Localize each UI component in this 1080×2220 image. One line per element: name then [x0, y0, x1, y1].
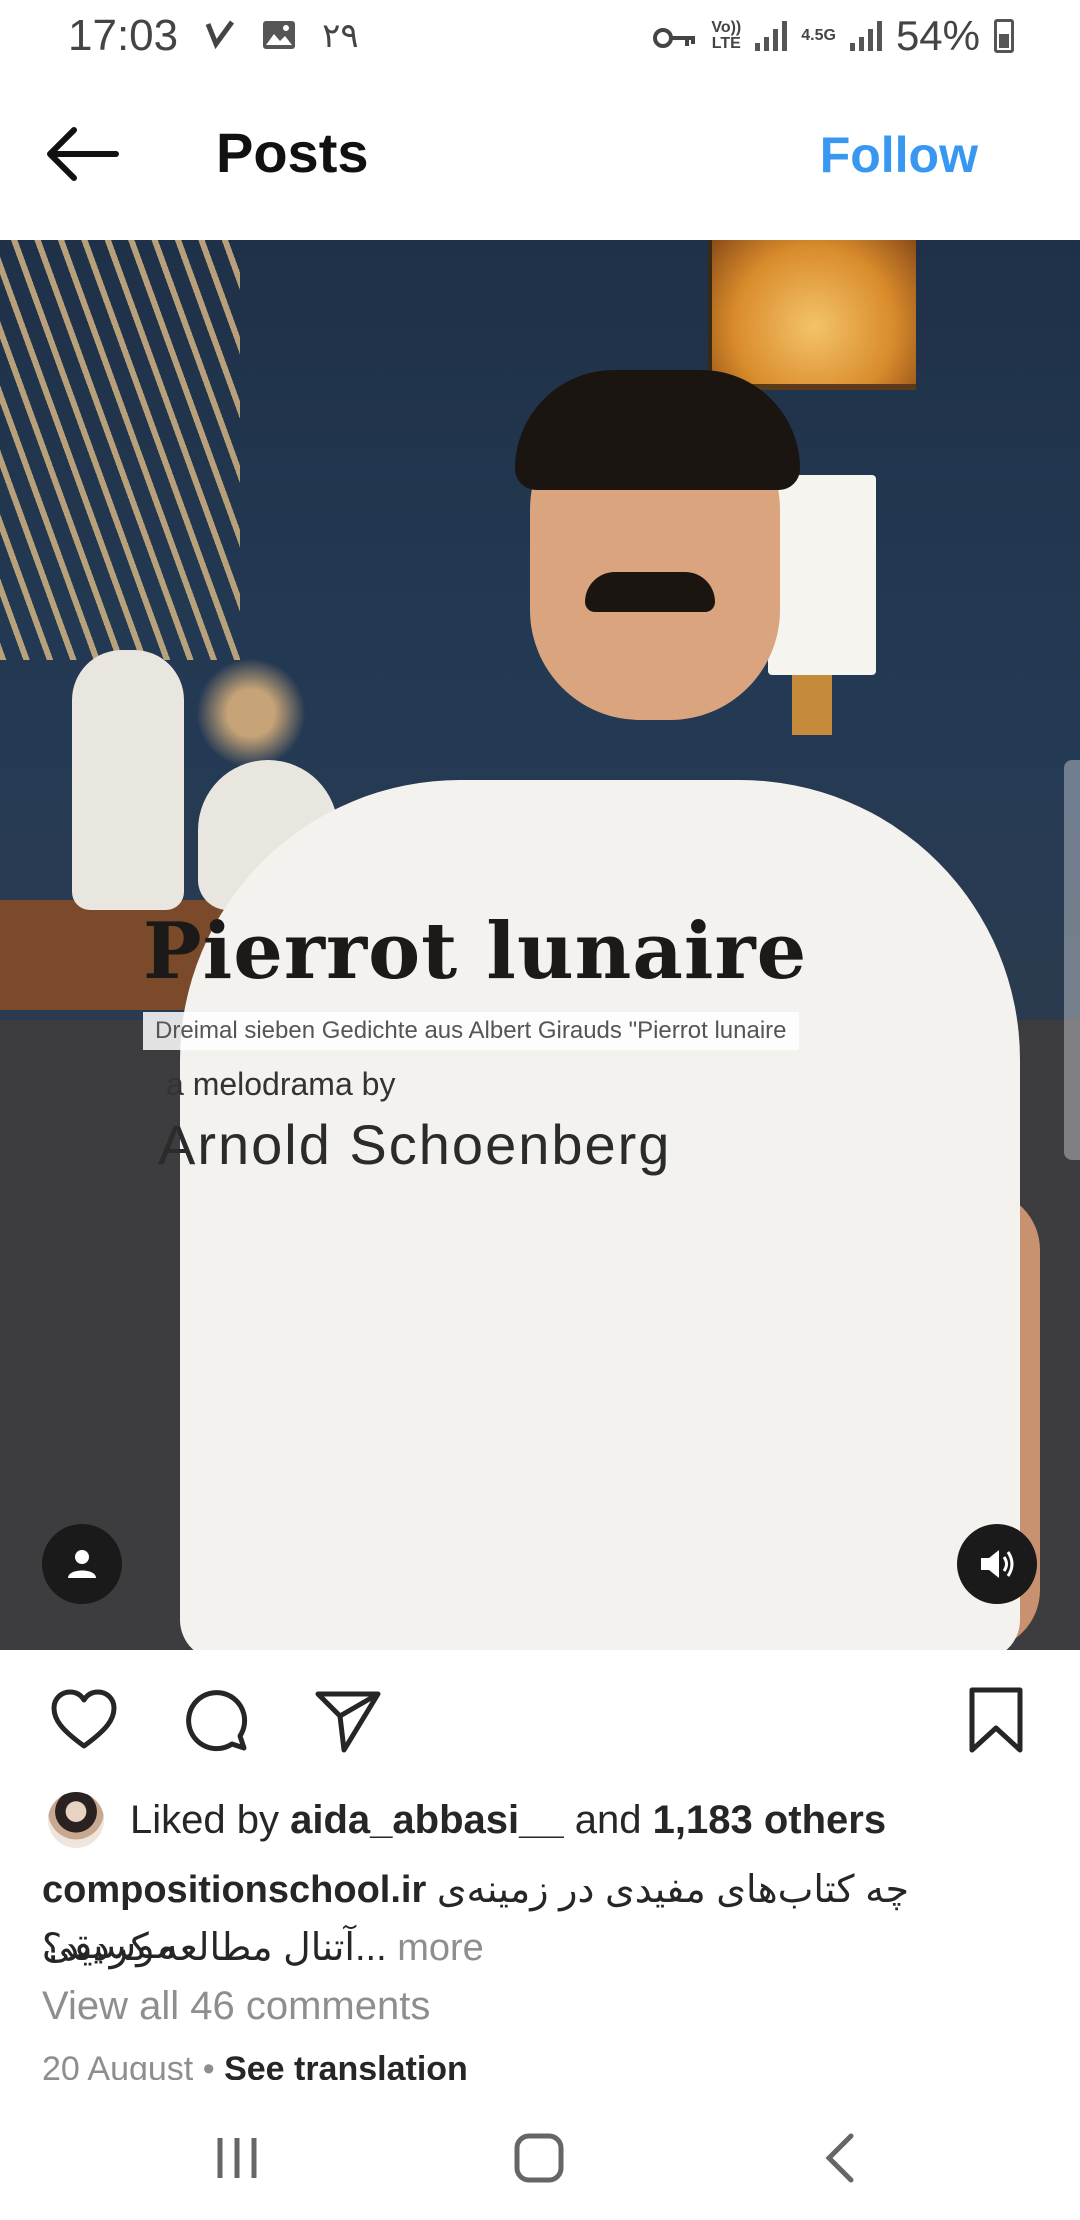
status-right: Vo)) LTE 4.5G 54% — [653, 12, 1014, 60]
person-hair — [515, 370, 800, 490]
see-translation-link[interactable]: See translation — [224, 2050, 468, 2080]
meta-separator: • — [202, 2050, 215, 2080]
home-icon[interactable] — [494, 2120, 584, 2196]
liker-avatar[interactable] — [48, 1792, 104, 1848]
header: Posts Follow — [0, 72, 1080, 240]
video-overlay-composer: Arnold Schoenberg — [158, 1113, 672, 1176]
nav-back-icon[interactable] — [796, 2120, 886, 2196]
system-nav-bar — [0, 2092, 1080, 2220]
likes-prefix: Liked by — [130, 1797, 279, 1842]
post-date: 20 August — [42, 2050, 194, 2080]
post-actions — [0, 1650, 1080, 1780]
status-bar: 17:03 ۲۹ Vo)) LTE 4.5G 54% — [0, 0, 1080, 72]
painting — [708, 240, 916, 390]
view-all-comments-link[interactable]: View all 46 comments — [42, 1984, 430, 2029]
likes-summary[interactable]: Liked by aida_abbasi__ and 1,183 others — [48, 1790, 886, 1850]
check-icon — [204, 11, 236, 61]
volte-label: Vo)) — [711, 19, 742, 36]
person-mustache — [585, 572, 715, 612]
video-overlay-subtitle: Dreimal sieben Gedichte aus Albert Girau… — [143, 1012, 799, 1050]
comment-icon[interactable] — [180, 1684, 252, 1756]
recents-icon[interactable] — [192, 2120, 282, 2196]
share-icon[interactable] — [312, 1684, 384, 1756]
sound-on-icon[interactable] — [957, 1524, 1037, 1604]
battery-percent: 54% — [895, 12, 980, 59]
network-type: 4.5G — [801, 27, 836, 44]
dried-flowers — [196, 658, 306, 768]
battery-icon — [994, 19, 1014, 53]
key-icon — [653, 12, 697, 60]
caption-line2: آتنال مطالعه کردید؟... more — [42, 1920, 484, 1976]
caption-ellipsis: ... — [354, 1927, 387, 1969]
caption-username[interactable]: compositionschool.ir — [42, 1869, 426, 1911]
status-left: 17:03 ۲۹ — [68, 11, 359, 61]
vase-tall — [72, 650, 184, 910]
user-tag-icon[interactable] — [42, 1524, 122, 1604]
gallery-icon — [262, 11, 296, 61]
video-overlay-by: a melodrama by — [166, 1066, 396, 1102]
signal-icon — [755, 21, 788, 51]
signal-2-icon — [849, 21, 882, 51]
status-time: 17:03 — [68, 11, 179, 60]
caption-text-line2: آتنال مطالعه کردید؟ — [42, 1927, 355, 1969]
post-meta: 20 August • See translation — [42, 2050, 1042, 2080]
lamp — [768, 475, 876, 675]
notification-count: ۲۹ — [322, 17, 359, 55]
caption-more-link[interactable]: more — [397, 1927, 484, 1969]
volte-indicator: Vo)) LTE — [711, 20, 741, 52]
back-arrow-icon[interactable] — [44, 124, 120, 184]
follow-button[interactable]: Follow — [820, 126, 978, 184]
bookmark-icon[interactable] — [960, 1684, 1032, 1756]
lamp-base — [792, 675, 832, 735]
dried-grass — [0, 240, 240, 660]
video-overlay-title: Pierrot lunaire — [143, 906, 808, 997]
page-title: Posts — [216, 121, 369, 184]
likes-and: and — [574, 1797, 642, 1842]
heart-icon[interactable] — [48, 1684, 120, 1756]
post-media[interactable]: Pierrot lunaire Dreimal sieben Gedichte … — [0, 240, 1080, 1650]
liker-username[interactable]: aida_abbasi__ — [290, 1798, 564, 1843]
edge-handle[interactable] — [1064, 760, 1080, 1160]
likes-others[interactable]: 1,183 others — [653, 1798, 886, 1843]
lte-label: LTE — [711, 35, 741, 52]
